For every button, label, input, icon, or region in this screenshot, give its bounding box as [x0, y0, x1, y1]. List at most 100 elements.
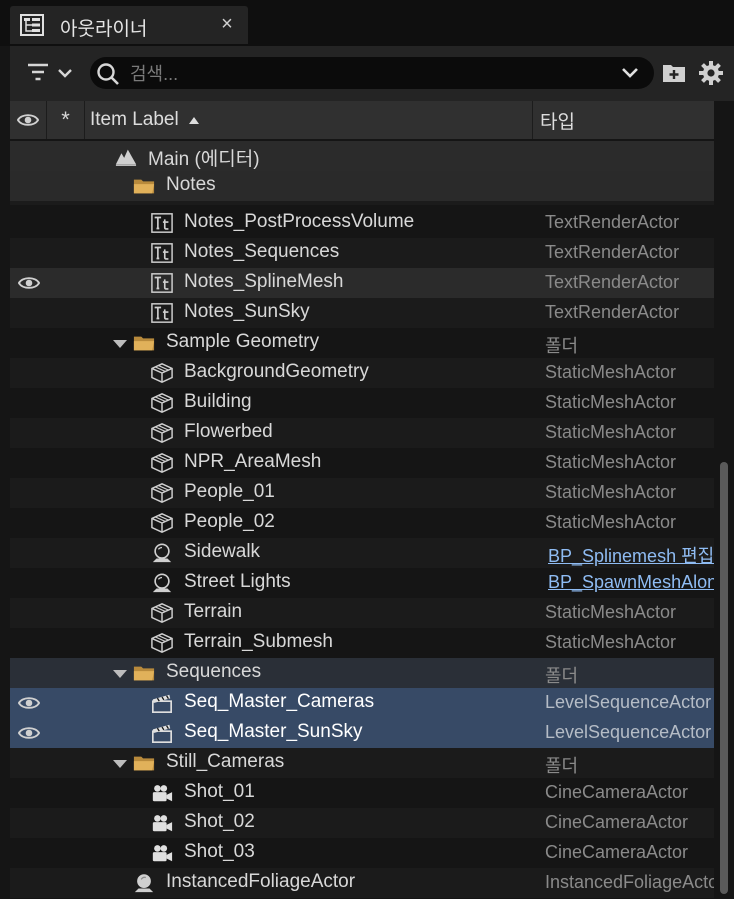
- camera-icon: [151, 842, 173, 864]
- row-type: InstancedFoliageActor: [545, 872, 714, 892]
- row-label: Street Lights: [184, 571, 291, 592]
- tree-row[interactable]: Terrain_Submesh StaticMeshActor: [10, 628, 714, 658]
- row-label: Notes_SunSky: [184, 301, 310, 322]
- row-type: StaticMeshActor: [545, 422, 677, 442]
- row-label: People_01: [184, 481, 275, 502]
- row-label: Terrain_Submesh: [184, 631, 333, 652]
- row-label: Seq_Master_Cameras: [184, 691, 375, 712]
- row-type: LevelSequenceActor: [545, 722, 712, 742]
- tree-row[interactable]: Terrain StaticMeshActor: [10, 598, 714, 628]
- tab-title: 아웃라이너: [60, 19, 148, 40]
- row-label: Main (에디터): [148, 149, 260, 170]
- row-type-link[interactable]: BP_Splinemesh 편집: [548, 542, 714, 568]
- type-column-header[interactable]: 타입: [534, 101, 714, 139]
- text-render-icon: [151, 272, 173, 294]
- folder-icon: [133, 332, 155, 354]
- tree-row[interactable]: NPR_AreaMesh StaticMeshActor: [10, 448, 714, 478]
- expand-arrow-icon[interactable]: [113, 340, 127, 348]
- text-render-icon: [151, 212, 173, 234]
- folder-icon: [133, 752, 155, 774]
- static-mesh-icon: [151, 362, 173, 384]
- tree-row[interactable]: People_01 StaticMeshActor: [10, 478, 714, 508]
- row-type: CineCameraActor: [545, 812, 689, 832]
- text-render-icon: [151, 302, 173, 324]
- row-type-link[interactable]: BP_SpawnMeshAlongSpline: [548, 572, 714, 593]
- add-folder-icon[interactable]: [662, 62, 686, 84]
- outliner-icon: [20, 14, 44, 36]
- tree-row[interactable]: Seq_Master_SunSky LevelSequenceActor: [10, 718, 714, 748]
- visibility-column-header[interactable]: [10, 101, 47, 139]
- row-type: StaticMeshActor: [545, 482, 677, 502]
- tab-strip: 아웃라이너 ×: [0, 0, 734, 46]
- chevron-down-icon[interactable]: [620, 65, 640, 81]
- pin-column-header[interactable]: *: [47, 101, 85, 139]
- row-label: Sample Geometry: [166, 331, 320, 352]
- tree-row[interactable]: Notes_Sequences TextRenderActor: [10, 238, 714, 268]
- row-label: Building: [184, 391, 252, 412]
- row-type: StaticMeshActor: [545, 512, 677, 532]
- row-label: Flowerbed: [184, 421, 273, 442]
- filter-button[interactable]: [26, 60, 76, 88]
- tree-row[interactable]: People_02 StaticMeshActor: [10, 508, 714, 538]
- eye-icon: [17, 111, 39, 129]
- tree-row[interactable]: Shot_03 CineCameraActor: [10, 838, 714, 868]
- clapper-icon: [151, 722, 173, 744]
- row-type: TextRenderActor: [545, 212, 680, 232]
- expand-arrow-icon[interactable]: [113, 760, 127, 768]
- outliner-tree: Main (에디터) Notes Notes_PostProcessVolume…: [10, 139, 714, 899]
- row-label: Shot_03: [184, 841, 255, 862]
- search-input[interactable]: [128, 60, 612, 88]
- tree-row[interactable]: Shot_01 CineCameraActor: [10, 778, 714, 808]
- tree-row[interactable]: Street Lights BP_SpawnMeshAlongSpline: [10, 568, 714, 598]
- expand-arrow-icon[interactable]: [113, 670, 127, 678]
- static-mesh-icon: [151, 422, 173, 444]
- tree-row[interactable]: Building StaticMeshActor: [10, 388, 714, 418]
- tree-row[interactable]: Main (에디터): [10, 141, 714, 171]
- tree-row[interactable]: Still_Cameras 폴더: [10, 748, 714, 778]
- tree-row[interactable]: Sequences 폴더: [10, 658, 714, 688]
- row-label: People_02: [184, 511, 275, 532]
- row-label: Seq_Master_SunSky: [184, 721, 363, 742]
- tab-outliner[interactable]: 아웃라이너 ×: [10, 6, 248, 44]
- folder-icon: [133, 175, 155, 197]
- tree-row[interactable]: InstancedFoliageActor InstancedFoliageAc…: [10, 868, 714, 898]
- row-label: Sidewalk: [184, 541, 261, 562]
- blueprint-actor-icon: [151, 542, 173, 564]
- tree-row[interactable]: Notes_PostProcessVolume TextRenderActor: [10, 208, 714, 238]
- row-type: StaticMeshActor: [545, 362, 677, 382]
- tree-row[interactable]: Flowerbed StaticMeshActor: [10, 418, 714, 448]
- static-mesh-icon: [151, 602, 173, 624]
- row-type: 폴더: [545, 336, 579, 356]
- item-label-column-header[interactable]: Item Label: [85, 101, 533, 139]
- row-label: Notes_SplineMesh: [184, 271, 344, 292]
- vertical-scrollbar[interactable]: [720, 462, 728, 894]
- eye-icon[interactable]: [18, 694, 40, 712]
- tree-row[interactable]: Notes_SplineMesh TextRenderActor: [10, 268, 714, 298]
- gear-icon[interactable]: [698, 60, 724, 86]
- row-label: Notes_Sequences: [184, 241, 340, 262]
- tree-row[interactable]: Notes_SunSky TextRenderActor: [10, 298, 714, 328]
- tree-row[interactable]: Shot_02 CineCameraActor: [10, 808, 714, 838]
- row-type: StaticMeshActor: [545, 602, 677, 622]
- row-label: BackgroundGeometry: [184, 361, 369, 382]
- static-mesh-icon: [151, 512, 173, 534]
- static-mesh-icon: [151, 452, 173, 474]
- tree-row[interactable]: Notes: [10, 171, 714, 201]
- tree-row[interactable]: BackgroundGeometry StaticMeshActor: [10, 358, 714, 388]
- eye-icon[interactable]: [18, 274, 40, 292]
- row-label: Notes: [166, 174, 216, 195]
- sort-ascending-icon: [188, 116, 199, 124]
- tree-row[interactable]: Sidewalk BP_Splinemesh 편집: [10, 538, 714, 568]
- folder-icon: [133, 662, 155, 684]
- static-mesh-icon: [151, 392, 173, 414]
- camera-icon: [151, 812, 173, 834]
- static-mesh-icon: [151, 632, 173, 654]
- eye-icon[interactable]: [18, 724, 40, 742]
- close-icon[interactable]: ×: [216, 13, 238, 36]
- tree-row[interactable]: Seq_Master_Cameras LevelSequenceActor: [10, 688, 714, 718]
- row-type: StaticMeshActor: [545, 452, 677, 472]
- tree-row[interactable]: Sample Geometry 폴더: [10, 328, 714, 358]
- row-type: 폴더: [545, 666, 579, 686]
- row-label: Sequences: [166, 661, 262, 682]
- row-label: Notes_PostProcessVolume: [184, 211, 415, 232]
